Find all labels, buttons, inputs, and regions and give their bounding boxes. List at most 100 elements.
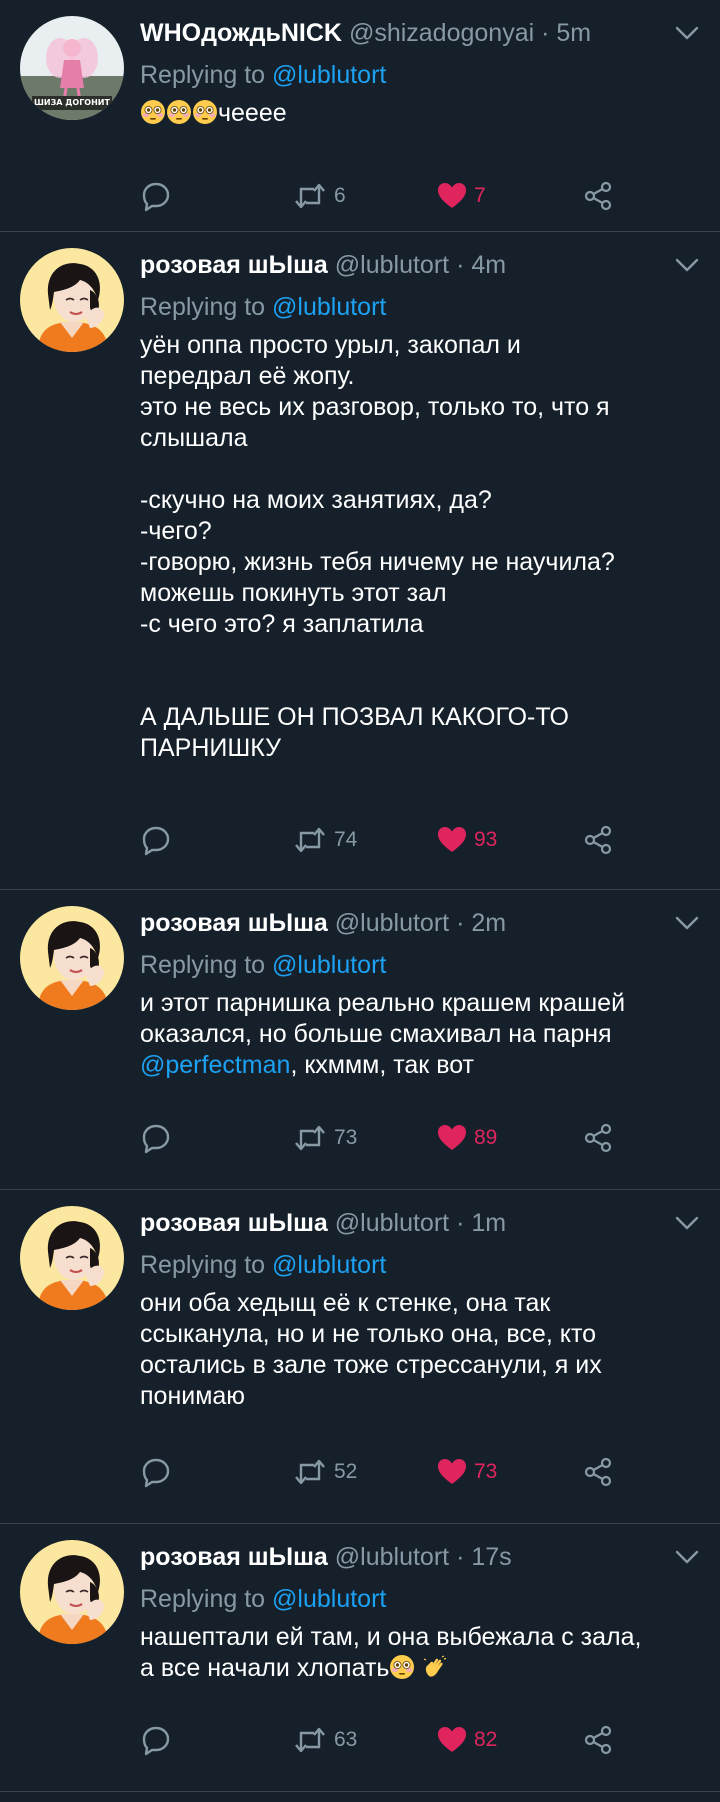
tweet-actions: 73 89 (140, 1120, 660, 1156)
separator-dot: · (456, 909, 465, 937)
retweet-icon (292, 824, 328, 856)
tweet[interactable]: ШИЗА ДОГОНИТ WHOдождьNICK @shizadogonyai… (0, 0, 720, 232)
like-count: 82 (474, 1728, 498, 1751)
reply-button[interactable] (140, 1120, 172, 1156)
replying-to-mention[interactable]: @lublutort (272, 951, 386, 979)
heart-icon (436, 1456, 468, 1488)
replying-to-mention[interactable]: @lublutort (272, 293, 386, 321)
avatar-image (20, 906, 124, 1010)
retweet-button[interactable]: 52 (292, 1454, 357, 1490)
retweet-button[interactable]: 74 (292, 822, 357, 858)
reply-icon (140, 180, 172, 212)
display-name[interactable]: розовая шЫша (140, 251, 328, 279)
separator-dot: · (456, 1209, 465, 1237)
flushed-face-emoji (166, 99, 192, 125)
retweet-icon (292, 1456, 328, 1488)
tweet-text: они оба хедыщ её к стенке, она так ссыка… (140, 1289, 602, 1410)
flushed-face-emoji (192, 99, 218, 125)
tweet[interactable]: розовая шЫша @lublutort · 2m Replying to… (0, 890, 720, 1190)
display-name[interactable]: WHOдождьNICK (140, 19, 342, 47)
user-handle[interactable]: @lublutort (335, 909, 449, 937)
avatar[interactable] (20, 906, 124, 1010)
user-handle[interactable]: @shizadogonyai (349, 19, 534, 47)
timestamp[interactable]: 5m (556, 19, 591, 47)
reply-icon (140, 824, 172, 856)
like-button[interactable]: 82 (436, 1722, 497, 1758)
share-button[interactable] (582, 822, 614, 858)
avatar-caption: ШИЗА ДОГОНИТ (34, 98, 110, 107)
user-handle[interactable]: @lublutort (335, 251, 449, 279)
mention-link[interactable]: @perfectman (140, 1051, 290, 1079)
heart-icon (436, 1122, 468, 1154)
reply-icon (140, 1724, 172, 1756)
retweet-count: 63 (334, 1728, 358, 1751)
share-button[interactable] (582, 178, 614, 214)
replying-to: Replying to @lublutort (140, 58, 700, 92)
share-button[interactable] (582, 1454, 614, 1490)
replying-to-label: Replying to (140, 1585, 273, 1613)
timestamp[interactable]: 4m (471, 251, 506, 279)
share-icon (582, 824, 614, 856)
tweet-content: розовая шЫша @lublutort · 2m Replying to… (140, 906, 700, 1081)
reply-button[interactable] (140, 1722, 172, 1758)
like-button[interactable]: 89 (436, 1120, 497, 1156)
reply-icon (140, 1122, 172, 1154)
retweet-icon (292, 180, 328, 212)
timestamp[interactable]: 17s (471, 1543, 511, 1571)
share-button[interactable] (582, 1722, 614, 1758)
share-icon (582, 180, 614, 212)
reply-button[interactable] (140, 1454, 172, 1490)
chevron-down-icon[interactable] (674, 912, 700, 934)
tweet-text: уён оппа просто урыл, закопал и передрал… (140, 331, 615, 762)
reply-button[interactable] (140, 178, 172, 214)
tweet-text: и этот парнишка реально крашем крашей ок… (140, 988, 700, 1081)
timestamp[interactable]: 1m (471, 1209, 506, 1237)
retweet-count: 74 (334, 828, 358, 851)
avatar[interactable] (20, 1540, 124, 1644)
timestamp[interactable]: 2m (471, 909, 506, 937)
retweet-button[interactable]: 73 (292, 1120, 357, 1156)
replying-to-mention[interactable]: @lublutort (272, 1251, 386, 1279)
replying-to-label: Replying to (140, 951, 273, 979)
user-handle[interactable]: @lublutort (335, 1209, 449, 1237)
avatar[interactable] (20, 1206, 124, 1310)
separator-dot: · (541, 19, 550, 47)
reply-button[interactable] (140, 822, 172, 858)
like-count: 7 (474, 184, 486, 207)
chevron-down-icon[interactable] (674, 22, 700, 44)
like-button[interactable]: 93 (436, 822, 497, 858)
retweet-button[interactable]: 63 (292, 1722, 357, 1758)
replying-to-mention[interactable]: @lublutort (272, 61, 386, 89)
chevron-down-icon[interactable] (674, 1546, 700, 1568)
chevron-down-icon[interactable] (674, 254, 700, 276)
flushed-face-emoji (389, 1654, 415, 1680)
like-button[interactable]: 7 (436, 178, 486, 214)
like-button[interactable]: 73 (436, 1454, 497, 1490)
replying-to: Replying to @lublutort (140, 948, 700, 982)
heart-icon (436, 824, 468, 856)
tweet[interactable]: розовая шЫша @lublutort · 4m Replying to… (0, 232, 720, 890)
tweet-content: розовая шЫша @lublutort · 4m Replying to… (140, 248, 700, 764)
tweet-actions: 74 93 (140, 822, 660, 858)
retweet-button[interactable]: 6 (292, 178, 346, 214)
display-name[interactable]: розовая шЫша (140, 1209, 328, 1237)
chevron-down-icon[interactable] (674, 1212, 700, 1234)
like-count: 93 (474, 828, 498, 851)
display-name[interactable]: розовая шЫша (140, 1543, 328, 1571)
tweet-text-content: чееее (218, 99, 287, 127)
avatar[interactable]: ШИЗА ДОГОНИТ (20, 16, 124, 120)
tweet[interactable]: розовая шЫша @lublutort · 1m Replying to… (0, 1190, 720, 1524)
user-handle[interactable]: @lublutort (335, 1543, 449, 1571)
tweet-content: розовая шЫша @lublutort · 1m Replying to… (140, 1206, 700, 1412)
replying-to: Replying to @lublutort (140, 1248, 700, 1282)
tweet[interactable]: розовая шЫша @lublutort · 17s Replying t… (0, 1524, 720, 1792)
tweet-actions: 52 73 (140, 1454, 660, 1490)
replying-to-mention[interactable]: @lublutort (272, 1585, 386, 1613)
waving-hand-emoji (422, 1654, 448, 1680)
share-button[interactable] (582, 1120, 614, 1156)
separator-dot: · (456, 251, 465, 279)
display-name[interactable]: розовая шЫша (140, 909, 328, 937)
separator-dot: · (456, 1543, 465, 1571)
share-icon (582, 1724, 614, 1756)
avatar[interactable] (20, 248, 124, 352)
